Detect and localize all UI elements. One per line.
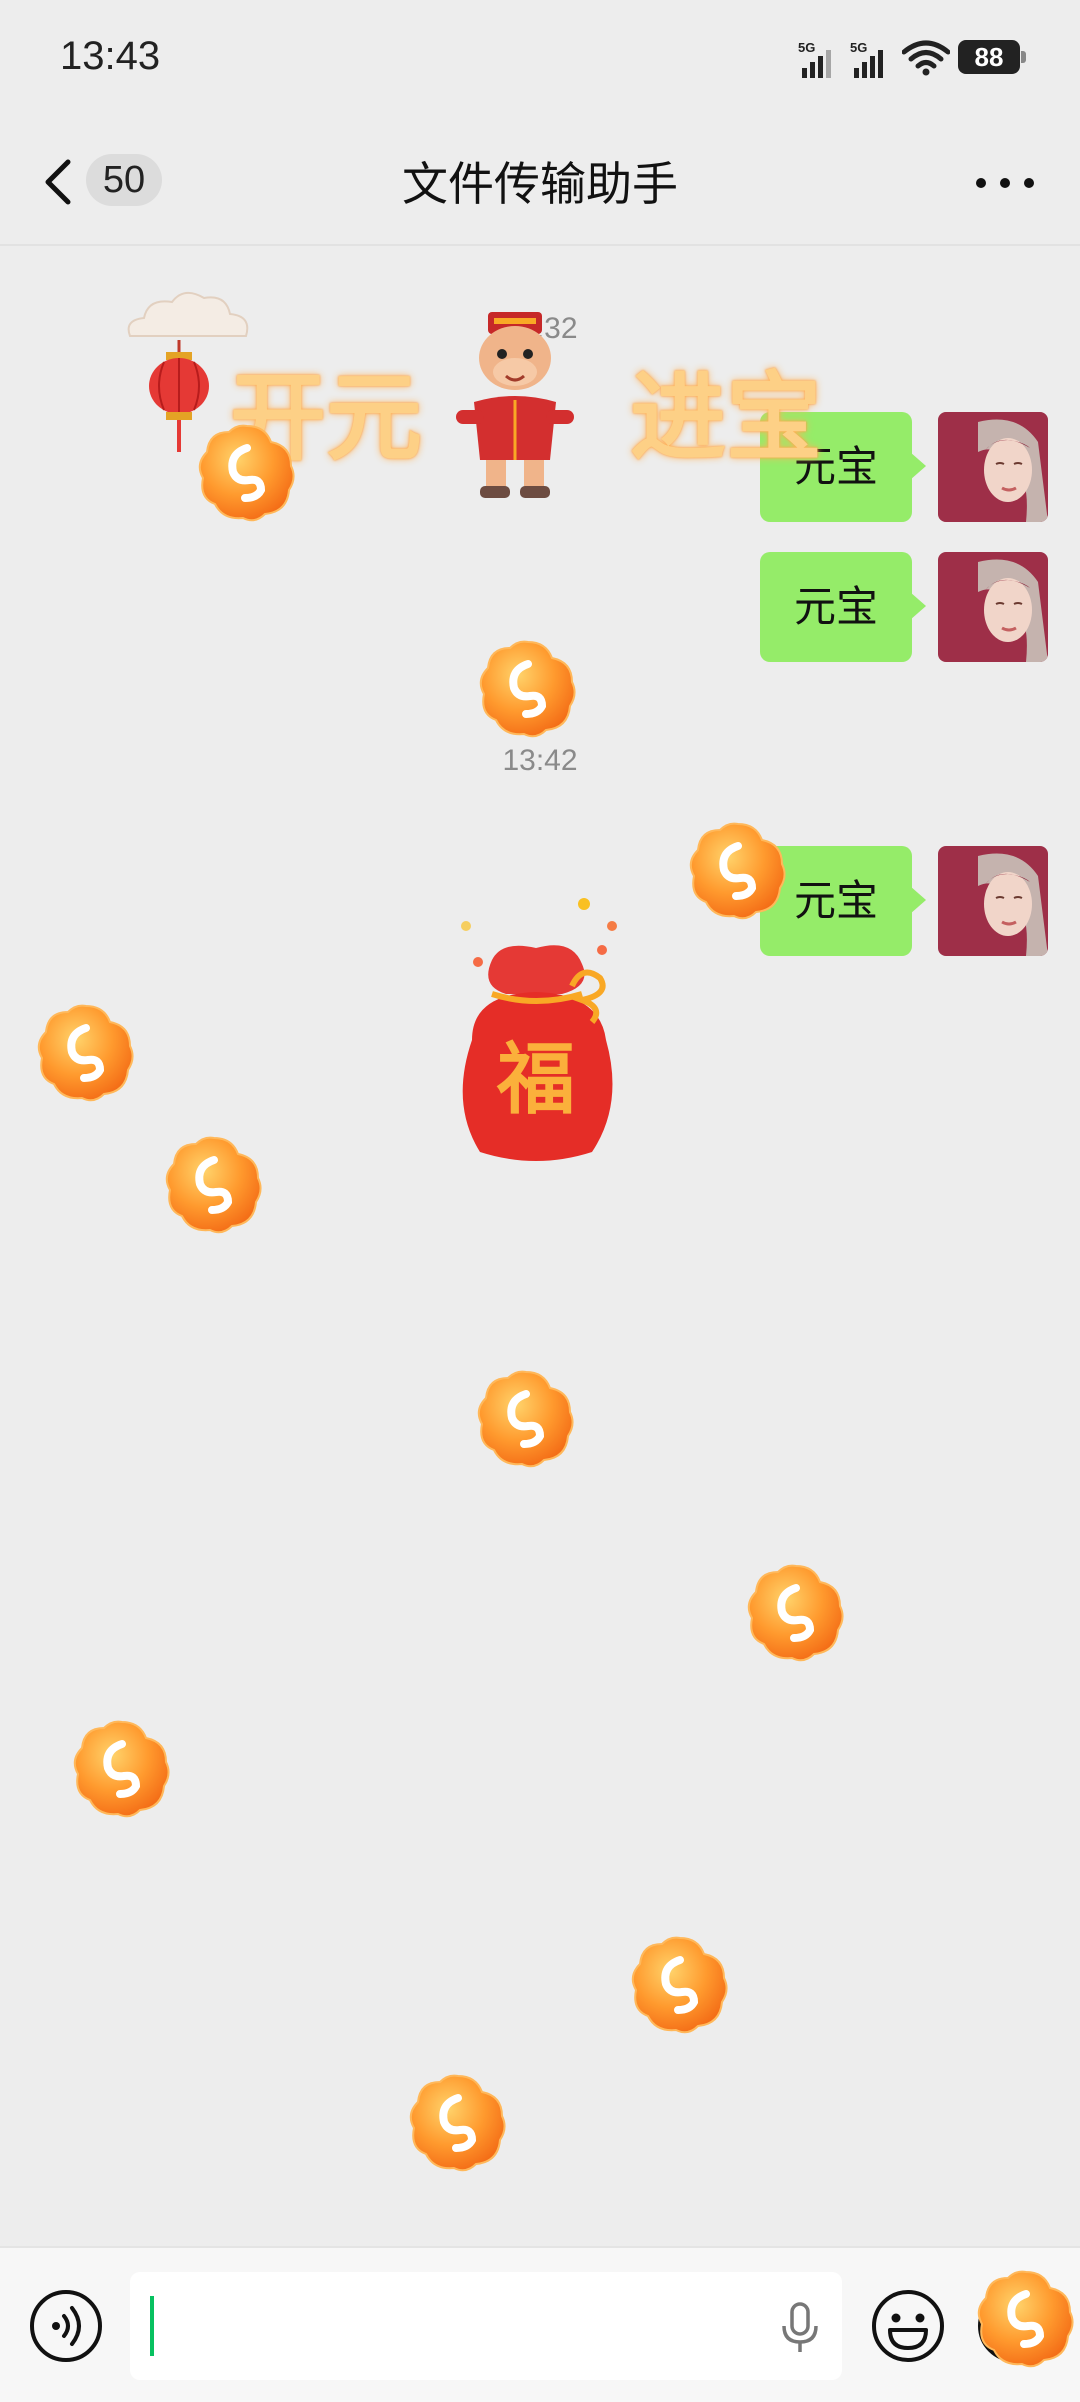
wifi-icon <box>902 40 950 76</box>
floating-coin-icon <box>406 2070 510 2174</box>
microphone-icon[interactable] <box>780 2302 820 2354</box>
cellular-signal-icon-2: 5G <box>850 40 886 78</box>
emoji-icon[interactable] <box>870 2288 946 2364</box>
user-avatar[interactable] <box>938 846 1048 956</box>
floating-coin-icon <box>476 636 580 740</box>
chat-header: 50 文件传输助手 <box>0 120 1080 246</box>
floating-coin-icon <box>628 1932 732 2036</box>
text-caret <box>150 2296 154 2356</box>
battery-indicator: 88 <box>958 40 1026 74</box>
floating-coin-icon <box>70 1716 174 1820</box>
lucky-bag-icon: 福 <box>461 898 617 1161</box>
floating-coin-icon <box>974 2266 1078 2370</box>
chat-input-bar <box>0 2246 1080 2402</box>
message-bubble[interactable]: 元宝 <box>759 552 927 662</box>
network-type-label: 5G <box>798 40 816 55</box>
fortune-ox-mascot-icon <box>456 312 574 498</box>
floating-coin-icon <box>686 818 790 922</box>
floating-coin-icon <box>474 1366 578 1470</box>
cellular-signal-icon: 5G <box>798 40 834 78</box>
message-timestamp: 13:42 <box>502 744 578 777</box>
more-options-icon[interactable] <box>974 176 1036 190</box>
voice-input-icon[interactable] <box>28 2288 104 2364</box>
floating-coin-icon <box>744 1560 848 1664</box>
network-type-label-2: 5G <box>850 40 868 55</box>
battery-level: 88 <box>958 40 1020 74</box>
user-avatar[interactable] <box>938 412 1048 522</box>
lucky-bag-character: 福 <box>496 1035 575 1125</box>
chat-title: 文件传输助手 <box>402 158 678 210</box>
floating-coin-icon <box>162 1132 266 1236</box>
user-avatar[interactable] <box>938 552 1048 662</box>
message-input[interactable] <box>130 2272 842 2380</box>
status-bar: 13:43 5G 5G 88 <box>0 0 1080 120</box>
banner-text-right: 进宝 <box>630 365 822 472</box>
floating-coin-icon <box>34 1000 138 1104</box>
status-time: 13:43 <box>60 34 161 78</box>
floating-coin-icon <box>195 420 299 524</box>
